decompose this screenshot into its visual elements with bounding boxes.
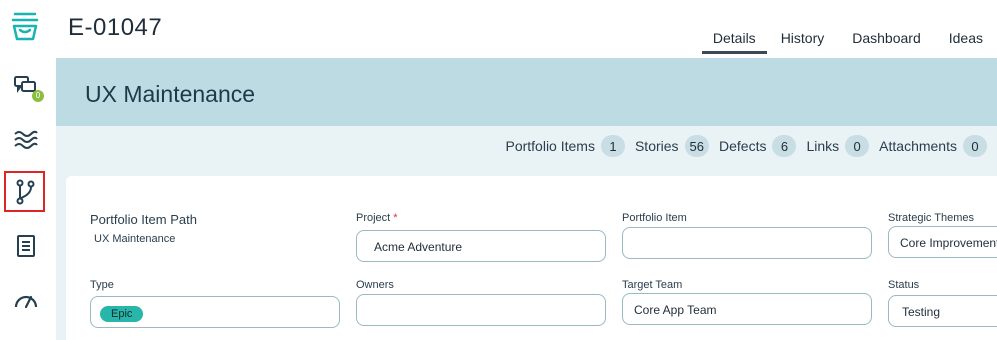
conversations-count-badge: 0	[32, 90, 44, 102]
count-badge: 6	[772, 135, 797, 157]
detail-tabs: Details History Dashboard Ideas	[701, 28, 997, 54]
project-label: Project *	[356, 212, 398, 224]
stories-count[interactable]: Stories 56	[634, 135, 710, 157]
tab-details[interactable]: Details	[701, 28, 767, 54]
tab-ideas[interactable]: Ideas	[935, 28, 997, 54]
page-title: UX Maintenance	[85, 81, 256, 107]
rail-gauge-button[interactable]	[6, 280, 46, 320]
rail-conversations-button[interactable]: 0	[6, 66, 46, 106]
defects-count[interactable]: Defects 6	[719, 135, 797, 157]
count-label: Portfolio Items	[505, 138, 595, 154]
rail-portfolio-branch-button[interactable]	[4, 171, 45, 212]
title-banner: UX Maintenance	[56, 58, 997, 126]
strategic-themes-label: Strategic Themes	[888, 212, 975, 224]
target-team-field[interactable]: Core App Team	[622, 293, 872, 325]
waves-icon	[14, 130, 38, 149]
count-badge: 0	[845, 135, 870, 157]
gauge-icon	[14, 295, 38, 309]
document-icon	[17, 235, 35, 257]
item-id-title: E-01047	[68, 14, 163, 41]
count-label: Attachments	[879, 138, 957, 154]
project-field[interactable]: Acme Adventure	[356, 230, 606, 262]
portfolio-item-field[interactable]	[622, 227, 872, 259]
owners-field[interactable]	[356, 294, 606, 326]
count-badge: 0	[963, 135, 987, 157]
branch-icon	[16, 179, 34, 204]
portfolio-item-path-value[interactable]: UX Maintenance	[94, 233, 175, 245]
count-label: Defects	[719, 138, 767, 154]
target-team-label: Target Team	[622, 279, 683, 291]
relation-counts: Portfolio Items 1 Stories 56 Defects 6 L…	[505, 134, 997, 158]
project-label-text: Project	[356, 212, 391, 224]
rail-waves-button[interactable]	[6, 120, 46, 160]
portfolio-item-path-label: Portfolio Item Path	[90, 212, 197, 227]
status-field[interactable]: Testing	[888, 295, 997, 327]
strategic-themes-field[interactable]: Core Improvement	[888, 226, 997, 258]
details-card: Portfolio Item Path UX Maintenance Proje…	[66, 176, 997, 340]
status-label: Status	[888, 279, 920, 291]
type-field[interactable]: Epic	[90, 296, 340, 328]
count-label: Stories	[634, 138, 679, 154]
portfolio-items-count[interactable]: Portfolio Items 1	[505, 135, 625, 157]
rail-home-button[interactable]	[5, 6, 45, 46]
count-badge: 1	[600, 135, 625, 157]
type-label: Type	[90, 279, 114, 291]
rail-document-button[interactable]	[6, 226, 46, 266]
tab-dashboard[interactable]: Dashboard	[838, 28, 935, 54]
portfolio-item-label: Portfolio Item	[622, 212, 687, 224]
owners-label: Owners	[356, 279, 394, 291]
tab-history[interactable]: History	[767, 28, 839, 54]
required-mark: *	[393, 212, 398, 224]
attachments-count[interactable]: Attachments 0	[879, 135, 987, 157]
relations-strip: Portfolio Items 1 Stories 56 Defects 6 L…	[56, 126, 997, 174]
inbox-tray-icon	[11, 12, 39, 41]
count-label: Links	[806, 138, 840, 154]
left-rail: 0	[0, 0, 56, 340]
type-tag: Epic	[100, 306, 144, 322]
count-badge: 56	[684, 135, 710, 157]
links-count[interactable]: Links 0	[806, 135, 870, 157]
